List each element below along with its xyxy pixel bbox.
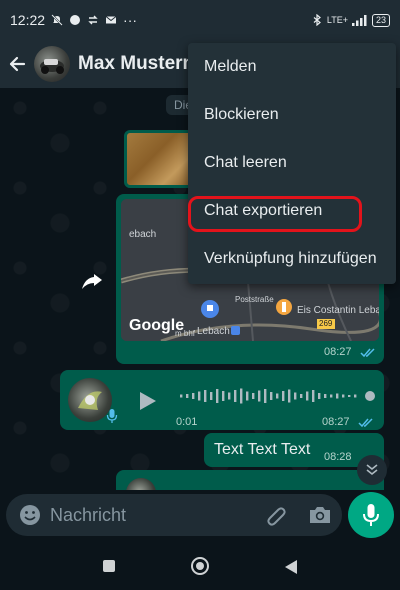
waveform-bar bbox=[204, 390, 207, 402]
partial-message[interactable] bbox=[116, 470, 384, 490]
muted-bell-icon bbox=[51, 14, 63, 26]
emoji-icon bbox=[20, 505, 40, 525]
message-text: Text Text Text bbox=[214, 441, 311, 458]
signal-icon bbox=[351, 15, 367, 26]
waveform-bar bbox=[354, 394, 357, 398]
menu-item-label: Chat exportieren bbox=[204, 202, 323, 219]
sender-avatar bbox=[126, 478, 156, 490]
contact-name[interactable]: Max Musterm bbox=[78, 53, 199, 75]
menu-item-add-shortcut[interactable]: Verknüpfung hinzufügen bbox=[188, 235, 396, 283]
sync-icon bbox=[88, 15, 98, 25]
voice-message[interactable]: 0:01 08:27 bbox=[60, 370, 384, 430]
map-label-town: Lebach bbox=[197, 326, 230, 337]
network-type: LTE+ bbox=[326, 15, 348, 25]
waveform-bar bbox=[210, 392, 213, 400]
status-bar: 12:22 ··· LTE+ 23 bbox=[0, 0, 400, 40]
back-button[interactable] bbox=[6, 53, 28, 75]
waveform-bar bbox=[234, 390, 237, 402]
scroll-to-bottom-button[interactable] bbox=[357, 455, 387, 485]
play-icon[interactable] bbox=[136, 390, 158, 412]
home-button[interactable] bbox=[191, 557, 209, 575]
waveform-bar bbox=[192, 393, 195, 399]
waveform-bar bbox=[318, 393, 321, 399]
more-notifications-indicator: ··· bbox=[123, 12, 138, 28]
waveform-bar bbox=[216, 389, 219, 403]
mail-icon bbox=[105, 16, 117, 24]
overflow-menu: Melden Blockieren Chat leeren Chat expor… bbox=[188, 43, 396, 284]
waveform-bar bbox=[348, 395, 351, 397]
waveform-bar bbox=[294, 392, 297, 400]
camera-icon[interactable] bbox=[308, 504, 332, 526]
map-label-shop: Eis Costantin Lebac bbox=[297, 305, 379, 316]
emoji-button[interactable] bbox=[18, 503, 42, 527]
waveform-bar bbox=[240, 388, 243, 404]
waveform-bar bbox=[324, 394, 327, 398]
battery-indicator: 23 bbox=[371, 13, 390, 27]
waveform-bar bbox=[330, 394, 333, 398]
message-time: 08:27 bbox=[322, 416, 350, 428]
audio-waveform[interactable] bbox=[178, 384, 376, 408]
menu-item-label: Chat leeren bbox=[204, 154, 287, 171]
double-check-icon bbox=[358, 418, 373, 428]
map-label-street: Poststraße bbox=[235, 295, 274, 304]
whatsapp-icon bbox=[70, 15, 81, 25]
voice-duration: 0:01 bbox=[176, 416, 198, 428]
message-input[interactable]: Nachricht bbox=[6, 494, 342, 536]
google-logo: Google bbox=[129, 317, 185, 334]
arrow-left-icon bbox=[9, 56, 26, 72]
waveform-bar bbox=[264, 389, 267, 403]
menu-item-label: Verknüpfung hinzufügen bbox=[204, 250, 377, 267]
double-check-icon bbox=[360, 348, 375, 358]
waveform-bar bbox=[186, 394, 189, 398]
system-navigation-bar bbox=[0, 540, 400, 590]
waveform-bar bbox=[198, 391, 201, 401]
double-chevron-down-icon bbox=[366, 464, 378, 476]
message-time: 08:27 bbox=[324, 346, 352, 358]
text-message[interactable]: Text Text Text 08:28 bbox=[204, 433, 384, 467]
menu-item-clear-chat[interactable]: Chat leeren bbox=[188, 139, 396, 187]
menu-item-report[interactable]: Melden bbox=[188, 43, 396, 91]
microphone-icon bbox=[363, 504, 379, 526]
waveform-bar bbox=[342, 394, 345, 398]
recents-button[interactable] bbox=[103, 560, 115, 572]
contact-avatar[interactable] bbox=[34, 46, 70, 82]
status-time: 12:22 bbox=[10, 12, 46, 28]
menu-item-block[interactable]: Blockieren bbox=[188, 91, 396, 139]
map-label-road-number: 269 bbox=[319, 319, 333, 328]
waveform-bar bbox=[222, 391, 225, 401]
waveform-bar bbox=[312, 390, 315, 402]
waveform-bar bbox=[258, 390, 261, 402]
forward-arrow-icon bbox=[82, 274, 102, 289]
microphone-icon bbox=[106, 409, 118, 423]
waveform-bar bbox=[270, 392, 273, 400]
menu-item-label: Melden bbox=[204, 58, 257, 75]
nav-back-icon[interactable] bbox=[284, 559, 298, 575]
map-label-place: ebach bbox=[129, 229, 157, 240]
waveform-bar bbox=[288, 389, 291, 403]
waveform-bar bbox=[306, 391, 309, 401]
forward-button[interactable] bbox=[76, 266, 108, 298]
waveform-bar bbox=[246, 391, 249, 401]
waveform-bar bbox=[336, 393, 339, 399]
waveform-bar bbox=[228, 392, 231, 400]
message-placeholder: Nachricht bbox=[50, 504, 127, 525]
avatar-photo-icon bbox=[40, 59, 64, 74]
bluetooth-icon bbox=[313, 14, 321, 26]
waveform-bar bbox=[300, 394, 303, 398]
waveform-bar bbox=[276, 393, 279, 399]
waveform-bar bbox=[252, 393, 255, 399]
voice-record-button[interactable] bbox=[348, 492, 394, 538]
waveform-scrubber bbox=[365, 391, 375, 401]
menu-item-label: Blockieren bbox=[204, 106, 279, 123]
message-time: 08:28 bbox=[324, 451, 352, 463]
attach-icon[interactable] bbox=[264, 504, 288, 528]
waveform-bar bbox=[282, 391, 285, 401]
waveform-bar bbox=[180, 394, 183, 398]
message-input-bar: Nachricht bbox=[0, 490, 400, 540]
